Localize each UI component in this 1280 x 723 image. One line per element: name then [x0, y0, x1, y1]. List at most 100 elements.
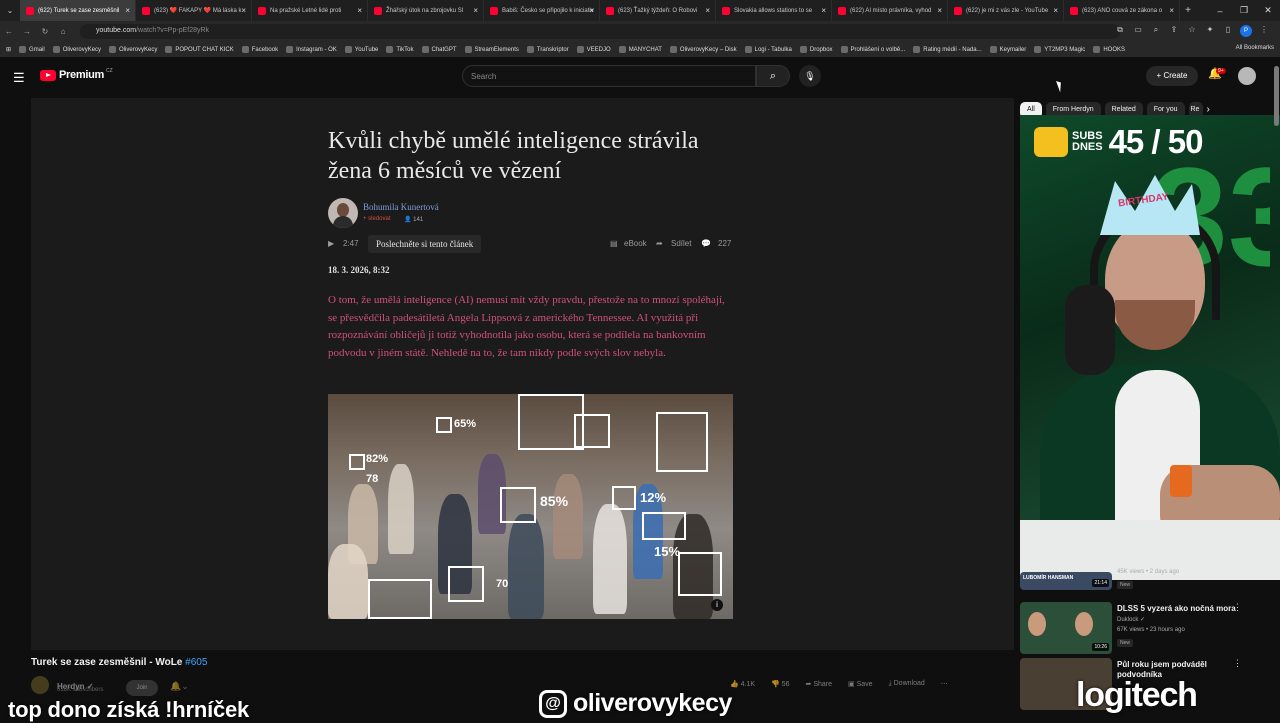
download-button[interactable]: ⤓ Download [889, 680, 925, 688]
bookmark-item[interactable]: Rating médií - Nada... [913, 46, 982, 53]
voice-search-button[interactable]: 🎙 [799, 65, 821, 87]
bookmark-label: Logi - Tabulka [754, 46, 792, 53]
browser-tab[interactable]: (622) je mi z vás zle - YouTube × [948, 0, 1064, 21]
reload-icon[interactable]: ↻ [36, 27, 54, 36]
bookmark-item[interactable]: YouTube [344, 46, 378, 53]
bookmark-item[interactable]: Instagram - OK [286, 46, 337, 53]
tab-close-icon[interactable]: × [937, 6, 942, 15]
video-player[interactable]: Kvůli chybě umělé inteligence strávila ž… [31, 98, 1014, 650]
join-button[interactable]: Join [126, 680, 158, 696]
dislike-button[interactable]: 👎 56 [771, 680, 789, 688]
like-button[interactable]: 👍 4.1K [730, 680, 755, 688]
bookmark-item[interactable]: OliverovyKecy [109, 46, 157, 53]
bookmark-item[interactable]: StreamElements [464, 46, 519, 53]
bookmark-label: TikTok [396, 46, 414, 53]
menu-kebab-icon[interactable]: ⋮ [1258, 25, 1270, 37]
translate-icon[interactable]: ⧉ [1114, 25, 1126, 37]
browser-tab[interactable]: (622) AI místo právníka, vyhod × [832, 0, 948, 21]
tab-close-icon[interactable]: × [1053, 6, 1058, 15]
bookmark-item[interactable]: Gmail [19, 46, 45, 53]
tab-close-icon[interactable]: × [1169, 6, 1174, 15]
list-item[interactable]: 10:26 DLSS 5 vyzerá ako nočná mora Duklo… [1020, 602, 1250, 658]
tab-close-icon[interactable]: × [589, 6, 594, 15]
minimize-icon[interactable]: – [1208, 6, 1232, 16]
bookmark-item[interactable]: OliverovyKecy – Disk [669, 46, 737, 53]
channel-avatar[interactable] [31, 676, 49, 694]
tab-close-icon[interactable]: × [125, 6, 130, 15]
maximize-icon[interactable]: ❐ [1232, 5, 1256, 16]
more-actions-icon[interactable]: ⋯ [941, 680, 948, 688]
bookmark-item[interactable]: TikTok [386, 46, 414, 53]
search-button[interactable]: ⌕ [756, 65, 790, 87]
video-hashtag[interactable]: #605 [185, 657, 207, 668]
cast-icon[interactable]: ▭ [1132, 25, 1144, 37]
bookmark-item[interactable]: Prohlášení o volbě... [840, 46, 906, 53]
save-button[interactable]: ▣ Save [848, 680, 873, 688]
search-input[interactable]: Search [462, 65, 756, 87]
page-scrollbar[interactable] [1274, 66, 1279, 126]
list-item[interactable]: LUBOMÍR HANSMAN 21:14 45K views • 2 days… [1020, 569, 1250, 602]
bookmark-favicon-icon [744, 46, 752, 53]
sidebar-icon[interactable]: ▯ [1222, 25, 1234, 37]
bookmark-item[interactable]: Logi - Tabulka [744, 46, 792, 53]
browser-tab[interactable]: (623) ❤️ FAKAPY ❤️ Má láska k × [136, 0, 252, 21]
browser-tab[interactable]: Žhářský útok na zbrojovku Sl × [368, 0, 484, 21]
bookmark-item[interactable]: VEEDJO [576, 46, 611, 53]
home-icon[interactable]: ⌂ [54, 27, 72, 36]
apps-grid-icon[interactable]: ⊞ [6, 46, 11, 53]
extensions-icon[interactable]: ✦ [1204, 25, 1216, 37]
bookmark-label: Prohlášení o volbě... [850, 46, 906, 53]
hamburger-menu-icon[interactable]: ☰ [13, 70, 25, 86]
browser-tab[interactable]: (623) ANO couvá ze zákona o × [1064, 0, 1180, 21]
channel-name[interactable]: Duklock ✓ [1117, 616, 1145, 623]
tab-close-icon[interactable]: × [473, 6, 478, 15]
forward-icon[interactable]: → [18, 27, 36, 36]
browser-tab[interactable]: Na pražské Letné lidé proti × [252, 0, 368, 21]
zoom-icon[interactable]: ⌕ [1150, 25, 1162, 37]
share-button[interactable]: ➦ Share [806, 680, 833, 688]
tab-close-icon[interactable]: × [705, 6, 710, 15]
tab-close-icon[interactable]: × [241, 6, 246, 15]
bookmark-star-icon[interactable]: ☆ [1186, 25, 1198, 37]
close-window-icon[interactable]: ✕ [1256, 5, 1280, 16]
video-title[interactable]: DLSS 5 vyzerá ako nočná mora [1117, 604, 1237, 614]
bookmark-item[interactable]: Transkriptor [526, 46, 569, 53]
bookmark-item[interactable]: Keymailer [989, 46, 1026, 53]
all-bookmarks-button[interactable]: All Bookmarks [1236, 45, 1274, 51]
tab-close-icon[interactable]: × [357, 6, 362, 15]
profile-avatar[interactable]: P [1240, 25, 1252, 37]
bookmark-item[interactable]: ChatGPT [421, 46, 457, 53]
bookmark-item[interactable]: YT2MP3 Magic [1034, 46, 1085, 53]
bookmark-label: OliverovyKecy [62, 46, 102, 53]
new-tab-button[interactable]: + [1180, 5, 1196, 16]
browser-tab[interactable]: (623) Ťažký týždeň: O Robovi × [600, 0, 716, 21]
video-thumbnail[interactable]: 10:26 [1020, 602, 1112, 654]
bookmark-item[interactable]: HOOKS [1093, 46, 1125, 53]
tab-close-icon[interactable]: × [821, 6, 826, 15]
subscribe-bell-icon[interactable]: 🔔⌄ [170, 681, 189, 692]
notification-count-badge: 9+ [1216, 68, 1226, 74]
back-icon[interactable]: ← [0, 27, 18, 36]
bookmark-label: Transkriptor [536, 46, 569, 53]
bookmark-item[interactable]: Facebook [241, 46, 278, 53]
user-avatar[interactable] [1238, 67, 1256, 85]
youtube-logo[interactable]: Premium CZ [40, 68, 113, 81]
video-thumbnail[interactable]: LUBOMÍR HANSMAN 21:14 [1020, 572, 1112, 590]
bookmark-item[interactable]: Dropbox [799, 46, 833, 53]
bookmark-label: StreamElements [474, 46, 519, 53]
bookmark-item[interactable]: POPOUT CHAT KICK [165, 46, 234, 53]
tab-search-icon[interactable]: ⌄ [0, 6, 20, 15]
url-field[interactable]: youtube.com/watch?v=Pp-pEf28yRk [80, 24, 1120, 39]
bookmark-item[interactable]: OliverovyKecy [52, 46, 102, 53]
browser-tab[interactable]: Slovakia allows stations to se × [716, 0, 832, 21]
create-button[interactable]: + Create [1146, 66, 1198, 86]
browser-tab[interactable]: Babiš: Česko se připojilo k iniciativ × [484, 0, 600, 21]
more-options-icon[interactable]: ⋮ [1233, 602, 1242, 613]
more-options-icon[interactable]: ⋮ [1233, 658, 1242, 669]
bookmark-item[interactable]: MANYCHAT [618, 46, 662, 53]
bookmark-label: OliverovyKecy [119, 46, 158, 53]
bookmark-favicon-icon [421, 46, 429, 53]
sponsor-logo: logitech [1076, 676, 1198, 714]
browser-tab[interactable]: (622) Turek se zase zesměšnil × [20, 0, 136, 21]
share-icon[interactable]: ⇪ [1168, 25, 1180, 37]
